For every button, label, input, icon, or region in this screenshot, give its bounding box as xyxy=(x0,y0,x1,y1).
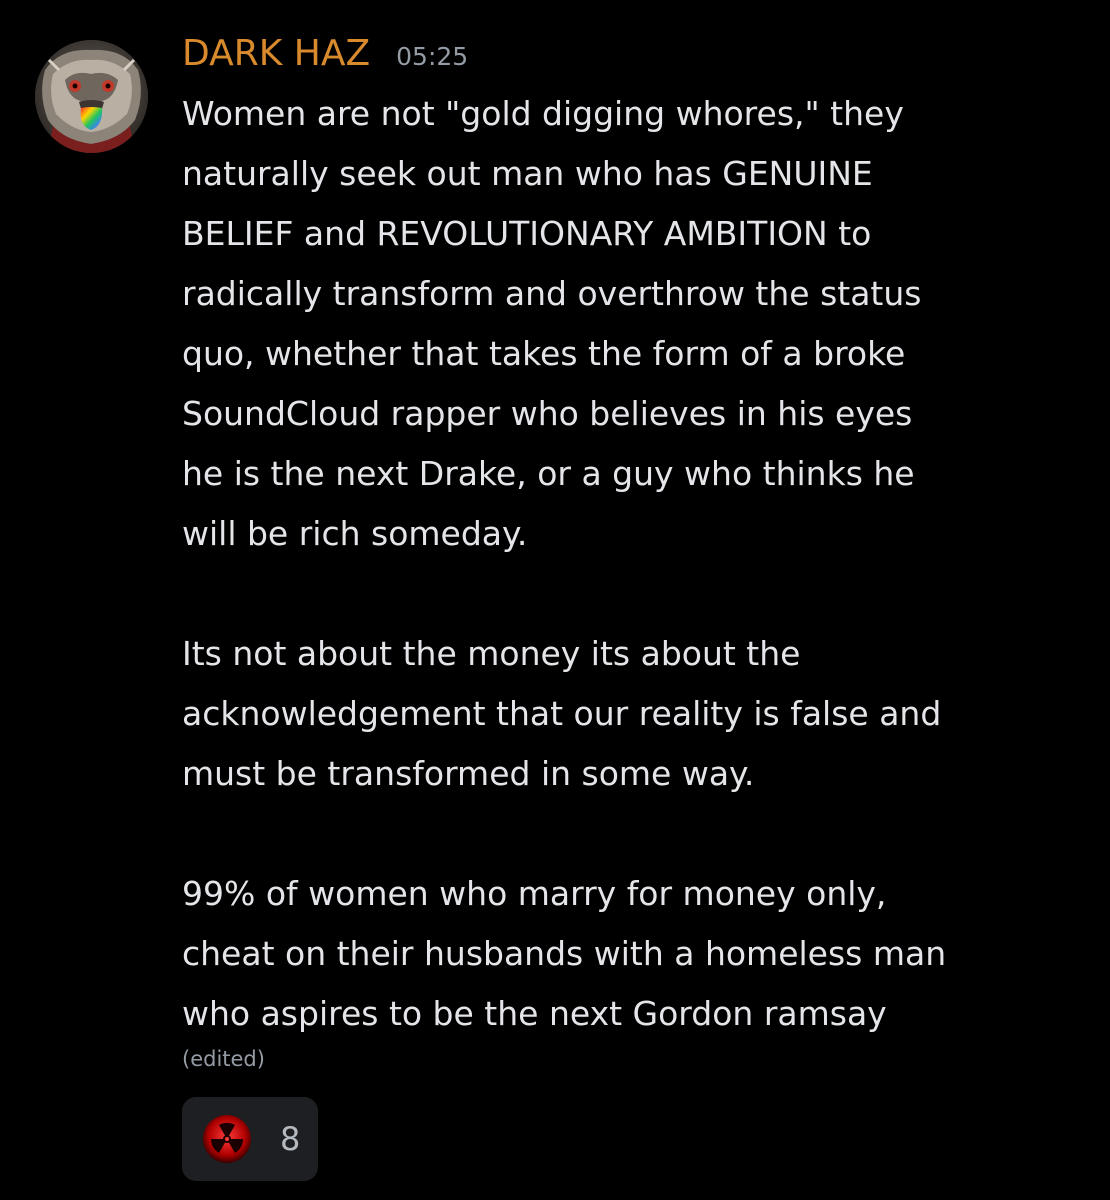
message-line: Its not about the money its about the xyxy=(182,634,801,673)
message-line: naturally seek out man who has GENUINE xyxy=(182,154,873,193)
message-line: 99% of women who marry for money only, xyxy=(182,874,887,913)
message-line: acknowledgement that our reality is fals… xyxy=(182,694,942,733)
message-line: must be transformed in some way. xyxy=(182,754,755,793)
message-line: quo, whether that takes the form of a br… xyxy=(182,334,906,373)
author-username[interactable]: DARK HAZ xyxy=(182,28,370,80)
radioactive-red-icon xyxy=(202,1114,252,1164)
demon-mask-avatar-icon xyxy=(35,40,148,153)
reaction-count: 8 xyxy=(280,1120,301,1158)
chat-message: DARK HAZ 05:25 Women are not "gold diggi… xyxy=(0,0,1110,1200)
message-line: cheat on their husbands with a homeless … xyxy=(182,934,947,973)
message-header: DARK HAZ 05:25 xyxy=(182,28,1082,80)
message-line: Women are not "gold digging whores," the… xyxy=(182,94,904,133)
message-timestamp[interactable]: 05:25 xyxy=(396,42,468,71)
message-line: he is the next Drake, or a guy who think… xyxy=(182,454,915,493)
message-line: SoundCloud rapper who believes in his ey… xyxy=(182,394,913,433)
message-content: DARK HAZ 05:25 Women are not "gold diggi… xyxy=(182,28,1082,1074)
message-line: radically transform and overthrow the st… xyxy=(182,274,922,313)
message-paragraph: Women are not "gold digging whores," the… xyxy=(182,84,1082,564)
message-line: who aspires to be the next Gordon ramsay xyxy=(182,994,887,1033)
message-paragraph: 99% of women who marry for money only, c… xyxy=(182,864,1082,1044)
message-paragraph: Its not about the money its about the ac… xyxy=(182,624,1082,804)
message-line: will be rich someday. xyxy=(182,514,528,553)
message-line: BELIEF and REVOLUTIONARY AMBITION to xyxy=(182,214,872,253)
reaction-button[interactable]: 8 xyxy=(182,1097,318,1181)
avatar[interactable] xyxy=(35,40,148,153)
edited-label: (edited) xyxy=(182,1047,265,1071)
message-body: Women are not "gold digging whores," the… xyxy=(182,84,1082,1044)
